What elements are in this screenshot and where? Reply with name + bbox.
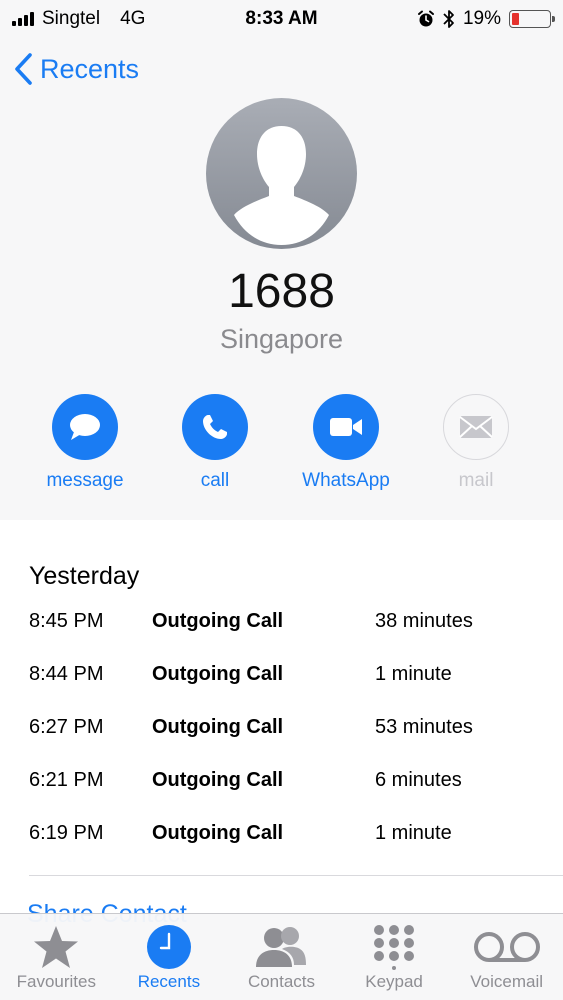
call-time: 6:19 PM: [29, 822, 104, 844]
mail-button: mail: [411, 394, 541, 492]
tab-label: Recents: [137, 972, 201, 991]
tab-keypad[interactable]: Keypad: [338, 914, 451, 1000]
call-type: Outgoing Call: [152, 610, 284, 632]
section-divider: [29, 875, 563, 876]
whatsapp-video-button[interactable]: WhatsApp: [281, 394, 411, 492]
keypad-icon: [374, 925, 415, 970]
contact-avatar: [206, 98, 357, 249]
call-row: 6:27 PM Outgoing Call 53 minutes: [0, 716, 563, 769]
battery-percent: 19%: [462, 8, 501, 29]
clock-icon: [146, 925, 191, 969]
tab-contacts[interactable]: Contacts: [225, 914, 338, 1000]
contacts-icon: [256, 927, 307, 967]
call-type: Outgoing Call: [152, 769, 284, 791]
call-row: 8:44 PM Outgoing Call 1 minute: [0, 663, 563, 716]
back-label: Recents: [40, 53, 140, 84]
tab-voicemail[interactable]: Voicemail: [450, 914, 563, 1000]
contact-number: 1688: [228, 265, 335, 318]
message-bubble-icon: [70, 414, 100, 440]
contact-actions: message call WhatsApp mail: [0, 394, 563, 504]
call-type: Outgoing Call: [152, 716, 284, 738]
call-day-header: Yesterday: [29, 562, 140, 590]
call-type: Outgoing Call: [152, 822, 284, 844]
chevron-left-icon: [15, 53, 32, 85]
call-label: call: [200, 470, 230, 491]
tab-label: Contacts: [247, 972, 316, 991]
call-duration: 1 minute: [375, 663, 452, 685]
call-duration: 38 minutes: [375, 610, 473, 632]
status-right: 19%: [417, 8, 555, 30]
message-button[interactable]: message: [20, 394, 150, 492]
mail-label: mail: [458, 470, 494, 491]
call-duration: 1 minute: [375, 822, 452, 844]
tab-favourites[interactable]: Favourites: [0, 914, 113, 1000]
network-type: 4G: [120, 8, 146, 29]
call-row: 8:45 PM Outgoing Call 38 minutes: [0, 610, 563, 663]
call-duration: 6 minutes: [375, 769, 462, 791]
call-row: 6:19 PM Outgoing Call 1 minute: [0, 822, 563, 875]
mail-circle: [443, 394, 509, 460]
status-bar: Singtel 4G 8:33 AM 19%: [0, 0, 563, 38]
status-left: Singtel 4G: [12, 8, 145, 30]
battery-icon: [509, 10, 555, 28]
envelope-icon: [459, 416, 493, 438]
tab-bar: Favourites Recents Contacts Keypad Voice…: [0, 913, 563, 1000]
tab-label: Keypad: [365, 972, 423, 991]
voicemail-icon: [473, 932, 540, 962]
phone-icon: [203, 415, 227, 439]
call-time: 8:45 PM: [29, 610, 104, 632]
message-circle: [52, 394, 118, 460]
tab-label: Favourites: [16, 972, 96, 991]
whatsapp-circle: [313, 394, 379, 460]
contact-location: Singapore: [219, 324, 344, 354]
call-type: Outgoing Call: [152, 663, 284, 685]
signal-strength-icon: [12, 12, 34, 26]
bluetooth-icon: [443, 10, 454, 28]
message-label: message: [46, 470, 124, 491]
tab-label: Voicemail: [470, 972, 544, 991]
person-silhouette-icon: [234, 126, 329, 245]
alarm-clock-icon: [417, 10, 434, 27]
call-time: 6:27 PM: [29, 716, 104, 738]
tab-recents[interactable]: Recents: [113, 914, 226, 1000]
call-button[interactable]: call: [150, 394, 280, 492]
battery-level-fill: [512, 13, 519, 25]
call-time: 6:21 PM: [29, 769, 104, 791]
whatsapp-label: WhatsApp: [302, 470, 390, 491]
call-time: 8:44 PM: [29, 663, 104, 685]
carrier-name: Singtel: [42, 8, 101, 29]
back-to-recents-button[interactable]: Recents: [14, 52, 139, 86]
video-camera-icon: [330, 418, 362, 436]
star-icon: [34, 926, 79, 968]
call-row: 6:21 PM Outgoing Call 6 minutes: [0, 769, 563, 822]
call-circle: [182, 394, 248, 460]
call-duration: 53 minutes: [375, 716, 473, 738]
